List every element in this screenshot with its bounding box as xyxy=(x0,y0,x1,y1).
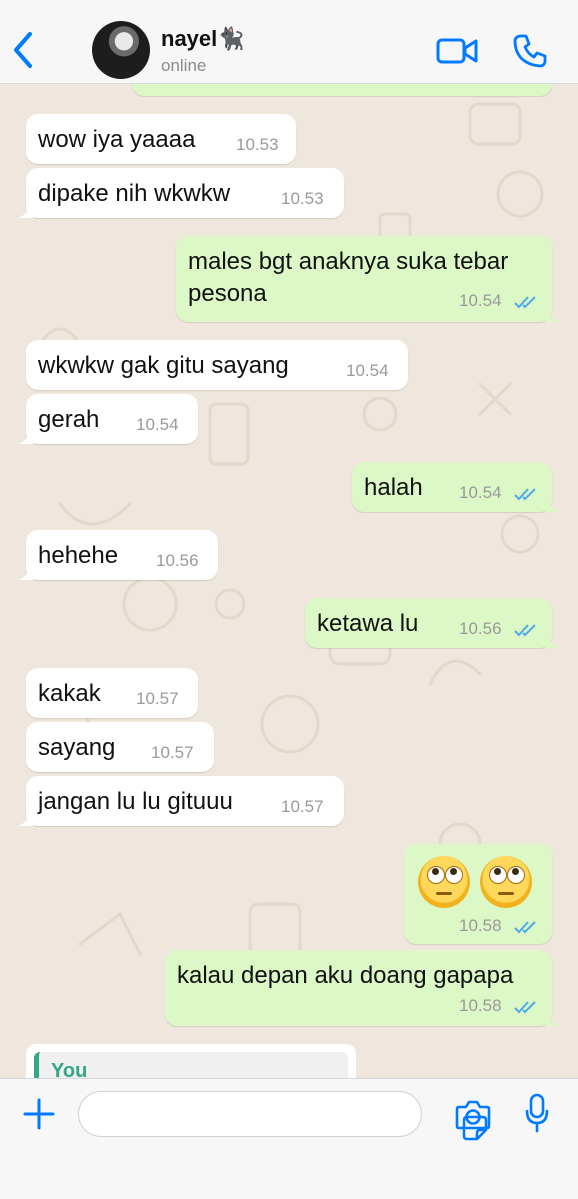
contact-status: online xyxy=(161,56,207,75)
bubble-tail xyxy=(19,566,33,580)
message-bubble[interactable]: jangan lu lu gituuu 10.57 xyxy=(19,776,344,826)
message-bubble[interactable]: males bgt anaknya suka tebar pesona 10.5… xyxy=(176,236,559,322)
message-time: 10.56 xyxy=(459,619,502,638)
chat-area[interactable]: wow iya yaaaa 10.53 dipake nih wkwkw 10.… xyxy=(0,84,578,1078)
message-time: 10.54 xyxy=(459,483,502,502)
message-time: 10.54 xyxy=(459,291,502,310)
contact-name[interactable]: nayel🐈‍⬛ xyxy=(161,26,245,52)
read-ticks-icon xyxy=(514,1001,536,1014)
message-time: 10.57 xyxy=(151,743,194,762)
message-time: 10.58 xyxy=(459,996,502,1015)
contact-avatar[interactable] xyxy=(92,21,150,79)
bubble-tail xyxy=(545,634,559,648)
message-bubble[interactable]: ketawa lu 10.56 xyxy=(305,598,559,648)
message-time: 10.53 xyxy=(281,189,324,208)
camera-icon[interactable] xyxy=(455,1099,491,1131)
chat-header: nayel🐈‍⬛ online xyxy=(0,0,578,84)
message-bubble[interactable]: kalau depan aku doang gapapa 10.58 xyxy=(165,950,559,1026)
message-time: 10.53 xyxy=(236,135,279,154)
message-time: 10.57 xyxy=(281,797,324,816)
rolling-eyes-emoji-icon xyxy=(480,856,532,908)
bubble-tail xyxy=(545,1012,559,1026)
message-bubble[interactable]: wow iya yaaaa 10.53 xyxy=(26,114,296,164)
message-bubble[interactable]: sayang 10.57 xyxy=(26,722,214,772)
message-text-line-1: males bgt anaknya suka tebar xyxy=(188,248,509,275)
rolling-eyes-emoji-icon xyxy=(418,856,470,908)
message-bubble[interactable]: gerah 10.54 xyxy=(19,394,198,444)
read-ticks-icon xyxy=(514,488,536,501)
message-time: 10.58 xyxy=(459,916,502,935)
composer-bar xyxy=(0,1078,578,1199)
message-text: wkwkw gak gitu sayang xyxy=(38,352,289,379)
microphone-icon[interactable] xyxy=(524,1093,550,1133)
bubble-tail xyxy=(19,812,33,826)
quoted-sender: You xyxy=(51,1060,88,1078)
bubble-tail xyxy=(19,430,33,444)
read-ticks-icon xyxy=(514,624,536,637)
message-time: 10.57 xyxy=(136,689,179,708)
message-time: 10.56 xyxy=(156,551,199,570)
message-bubble[interactable]: wkwkw gak gitu sayang 10.54 xyxy=(26,340,408,390)
message-bubble[interactable]: dipake nih wkwkw 10.53 xyxy=(19,168,344,218)
bubble-tail xyxy=(19,204,33,218)
message-bubble[interactable]: kakak 10.57 xyxy=(26,668,198,718)
back-chevron-icon[interactable] xyxy=(8,30,38,70)
message-text: ketawa lu xyxy=(317,610,419,637)
message-input[interactable] xyxy=(78,1091,488,1141)
quoted-message: You xyxy=(34,1052,348,1078)
message-bubble[interactable]: hehehe 10.56 xyxy=(19,530,218,580)
bubble-tail xyxy=(545,308,559,322)
message-bubble-partial[interactable] xyxy=(132,84,552,96)
read-ticks-icon xyxy=(514,296,536,309)
message-bubble[interactable]: 10.58 xyxy=(404,844,552,944)
bubble-tail xyxy=(545,498,559,512)
read-ticks-icon xyxy=(514,921,536,934)
message-time: 10.54 xyxy=(136,415,179,434)
message-time: 10.54 xyxy=(346,361,389,380)
video-call-icon[interactable] xyxy=(436,37,478,65)
message-bubble[interactable]: halah 10.54 xyxy=(352,462,559,512)
plus-icon[interactable] xyxy=(22,1097,56,1131)
message-text: kalau depan aku doang gapapa xyxy=(177,962,514,989)
voice-call-icon[interactable] xyxy=(512,33,548,69)
quoted-message-bubble[interactable]: You xyxy=(26,1044,356,1078)
